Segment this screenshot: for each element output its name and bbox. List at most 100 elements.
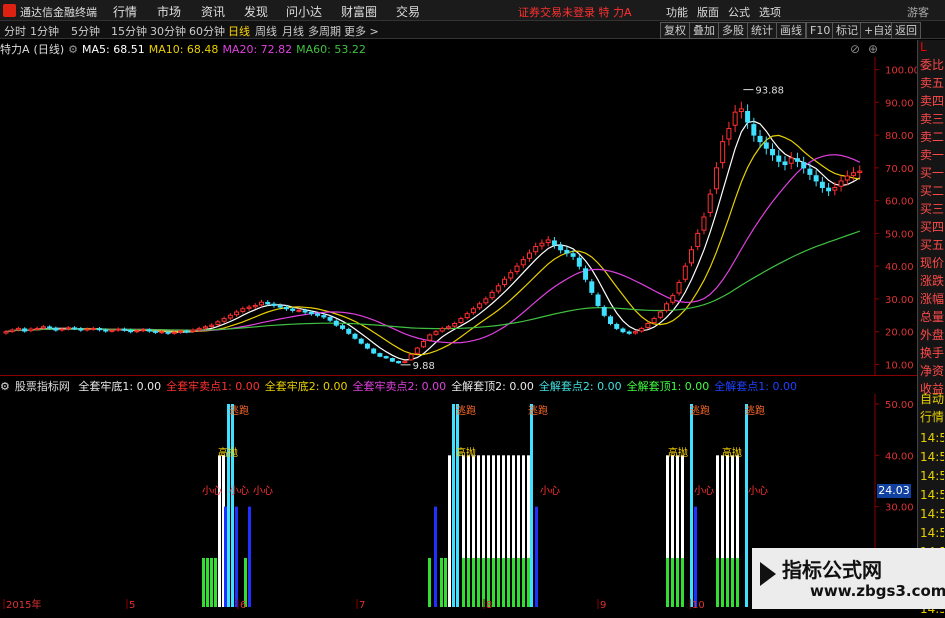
menu-caifuquan[interactable]: 财富圈 (341, 3, 377, 20)
period-30min[interactable]: 30分钟 (150, 23, 186, 39)
side-item[interactable]: 行情 (920, 408, 944, 426)
candle-body (558, 245, 564, 251)
side-item[interactable]: 买三 (920, 200, 944, 218)
side-item[interactable]: 卖二 (920, 128, 944, 146)
candle (695, 229, 701, 251)
tool-fanhui-button[interactable]: 返回 (891, 22, 921, 39)
y-tick-label: 10.00 (885, 360, 914, 371)
period-1min[interactable]: 1分钟 (30, 23, 59, 39)
candle-body (346, 328, 352, 334)
indicator-value: 全解套点2: 0.00 (538, 380, 622, 393)
side-item[interactable]: 外盘 (920, 326, 944, 344)
indicator-bar (535, 506, 538, 607)
indicator-settings-icon[interactable]: ⚙ (0, 380, 10, 393)
side-item[interactable]: 14:50 (920, 505, 944, 523)
side-item[interactable]: 净资 (920, 362, 944, 380)
period-multi[interactable]: 多周期 (308, 23, 341, 39)
watermark-url: www.zbgs3.com (810, 582, 945, 600)
side-item[interactable]: 14:50 (920, 448, 944, 466)
signal-label: 小心 (229, 485, 249, 497)
side-marker[interactable]: L (920, 40, 927, 54)
candle (826, 182, 832, 196)
candle-body (445, 326, 451, 329)
candle (502, 276, 508, 288)
side-item[interactable]: 买一 (920, 164, 944, 182)
tool-f10-button[interactable]: F10 (806, 22, 835, 39)
candle (383, 355, 389, 359)
menu-faxian[interactable]: 发现 (244, 3, 268, 20)
period-more[interactable]: 更多 > (344, 23, 379, 39)
ind-y-tick-label: 30.00 (885, 503, 914, 514)
y-tick-label: 100.00 (885, 66, 917, 77)
menu-gongshi[interactable]: 公式 (728, 4, 750, 20)
candle (713, 162, 719, 195)
period-monthly[interactable]: 月线 (282, 23, 304, 39)
menu-shichang[interactable]: 市场 (157, 3, 181, 20)
menu-jiaoyi[interactable]: 交易 (396, 3, 420, 20)
side-item[interactable]: 现价 (920, 254, 944, 272)
menu-hangqing[interactable]: 行情 (113, 3, 137, 20)
candle-body (851, 172, 857, 176)
pane-divider[interactable] (0, 375, 917, 376)
side-item[interactable]: 卖四 (920, 92, 944, 110)
signal-label: 逃跑 (690, 404, 710, 417)
side-item[interactable]: 涨幅 (920, 290, 944, 308)
menu-xuanxiang[interactable]: 选项 (759, 4, 781, 20)
candle-body (801, 162, 807, 169)
side-item[interactable]: 14:50 (920, 524, 944, 542)
side-item[interactable]: 卖五 (920, 74, 944, 92)
period-5min[interactable]: 5分钟 (71, 23, 100, 39)
candle-body (614, 323, 620, 329)
indicator-name[interactable]: 股票指标网 (15, 380, 70, 393)
settings-icon[interactable]: ⚙ (68, 43, 78, 56)
side-item[interactable]: 买二 (920, 182, 944, 200)
period-60min[interactable]: 60分钟 (189, 23, 225, 39)
period-weekly[interactable]: 周线 (255, 23, 277, 39)
side-item[interactable]: 涨跌 (920, 272, 944, 290)
side-item[interactable]: 14:50 (920, 486, 944, 504)
candle (477, 301, 483, 310)
candle-body (857, 170, 863, 173)
side-item[interactable]: 卖一 (920, 146, 944, 164)
period-15min[interactable]: 15分钟 (111, 23, 147, 39)
tool-fuquan-button[interactable]: 复权 (660, 22, 690, 39)
side-item[interactable]: 14:50 (920, 429, 944, 447)
candle (427, 333, 433, 342)
side-item[interactable]: 买四 (920, 218, 944, 236)
side-item[interactable]: 买五 (920, 236, 944, 254)
tool-diejia-button[interactable]: 叠加 (689, 22, 719, 39)
login-alert[interactable]: 证券交易未登录 特 力A (518, 4, 632, 20)
candle-body (620, 328, 626, 333)
menu-gongneng[interactable]: 功能 (666, 4, 688, 20)
candle (838, 175, 844, 192)
period-fenshi[interactable]: 分时 (4, 23, 26, 39)
candle-body (103, 329, 109, 332)
tool-duogu-button[interactable]: 多股 (718, 22, 748, 39)
side-item[interactable]: 换手 (920, 344, 944, 362)
tool-huaxian-button[interactable]: 画线 (776, 22, 806, 39)
side-item[interactable]: 卖三 (920, 110, 944, 128)
period-daily[interactable]: 日线 (228, 23, 250, 39)
indicator-bar (227, 404, 230, 607)
candle (794, 152, 800, 168)
guest-label[interactable]: 游客 (907, 4, 929, 20)
side-item[interactable]: 14:50 (920, 467, 944, 485)
candle-body (177, 330, 183, 333)
options-icon[interactable]: ⊕ (868, 42, 878, 56)
side-item[interactable]: 总量 (920, 308, 944, 326)
indicator-bar (235, 506, 238, 607)
menu-wenxiaoda[interactable]: 问小达 (286, 3, 322, 20)
tool-biaoji-button[interactable]: 标记 (832, 22, 862, 39)
menu-zixun[interactable]: 资讯 (201, 3, 225, 20)
signal-label: 高抛 (456, 446, 476, 459)
tool-tongji-button[interactable]: 统计 (747, 22, 777, 39)
zoom-icon[interactable]: ⊘ (850, 42, 860, 56)
menu-banmian[interactable]: 版面 (697, 4, 719, 20)
indicator-value: 全解套点1: 0.00 (714, 380, 797, 393)
side-item[interactable]: 自动 (920, 390, 944, 408)
candlestick-chart[interactable]: 100.00 90.00 80.00 70.00 60.00 50.00 40.00 30.0… (0, 57, 917, 375)
candle-body (358, 338, 364, 344)
candle (589, 278, 595, 295)
candle (583, 265, 589, 283)
side-item[interactable]: 委比 (920, 56, 944, 74)
